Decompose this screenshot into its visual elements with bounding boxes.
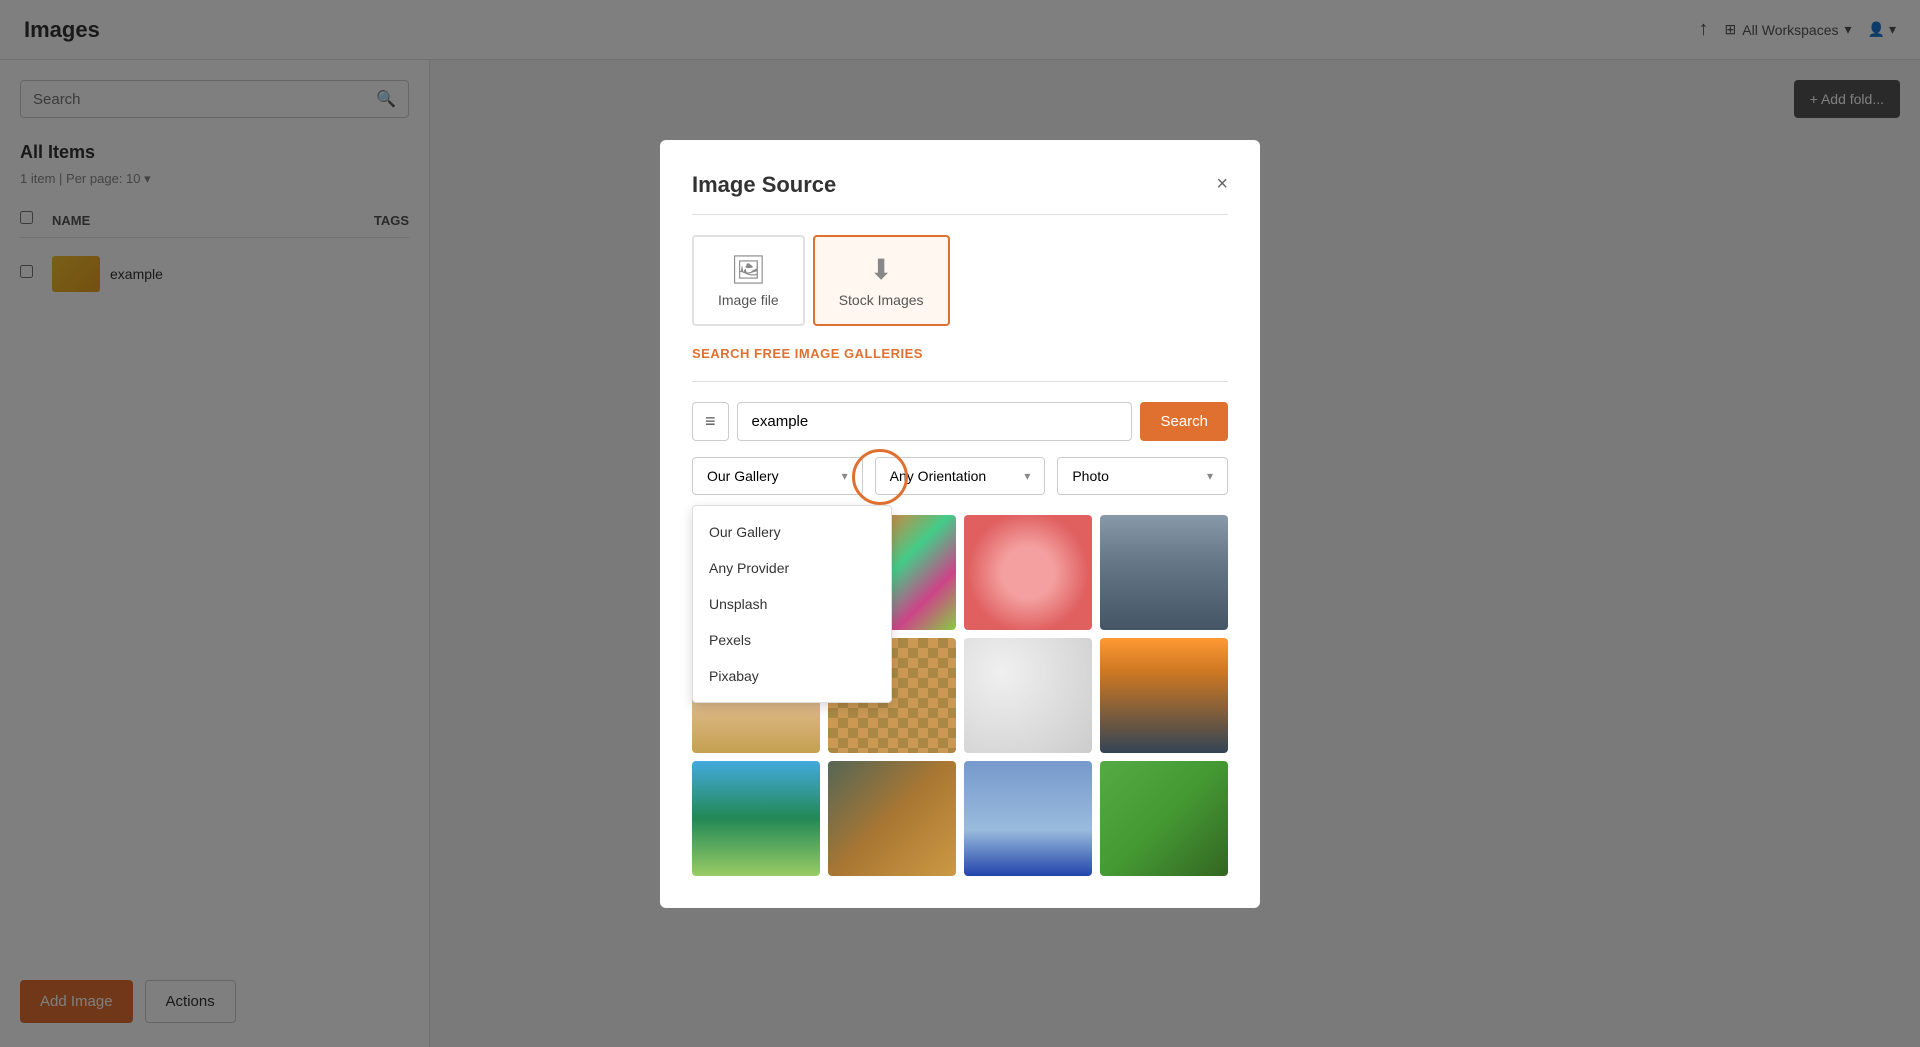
image-cell[interactable] bbox=[1100, 638, 1228, 753]
filter-row: Our Gallery ▾ Any Orientation ▾ Photo ▾ … bbox=[692, 457, 1228, 495]
type-label: Photo bbox=[1072, 468, 1109, 484]
close-button[interactable]: × bbox=[1216, 173, 1228, 196]
tab-image-file[interactable]: 🖼 Image file bbox=[692, 235, 805, 326]
type-chevron-icon: ▾ bbox=[1207, 469, 1213, 483]
provider-label: Our Gallery bbox=[707, 468, 779, 484]
filter-button[interactable]: ≡ bbox=[692, 402, 729, 441]
provider-option-our-gallery[interactable]: Our Gallery bbox=[693, 514, 891, 550]
image-cell[interactable] bbox=[828, 761, 956, 876]
modal-title: Image Source bbox=[692, 172, 836, 198]
image-cell[interactable] bbox=[1100, 761, 1228, 876]
source-tabs: 🖼 Image file ⬇ Stock Images bbox=[692, 235, 1228, 326]
image-cell[interactable] bbox=[964, 638, 1092, 753]
tab-stock-images[interactable]: ⬇ Stock Images bbox=[813, 235, 950, 326]
image-cell[interactable] bbox=[964, 515, 1092, 630]
orientation-label: Any Orientation bbox=[890, 468, 987, 484]
search-row: ≡ Search bbox=[692, 402, 1228, 441]
search-button[interactable]: Search bbox=[1140, 402, 1228, 441]
type-dropdown[interactable]: Photo ▾ bbox=[1057, 457, 1228, 495]
stock-images-icon: ⬇ bbox=[839, 253, 924, 286]
image-file-label: Image file bbox=[718, 292, 779, 308]
image-file-icon: 🖼 bbox=[718, 253, 779, 286]
provider-option-pexels[interactable]: Pexels bbox=[693, 622, 891, 658]
stock-images-label: Stock Images bbox=[839, 292, 924, 308]
provider-dropdown[interactable]: Our Gallery ▾ bbox=[692, 457, 863, 495]
image-cell[interactable] bbox=[1100, 515, 1228, 630]
provider-option-any[interactable]: Any Provider bbox=[693, 550, 891, 586]
image-cell[interactable] bbox=[964, 761, 1092, 876]
provider-option-pixabay[interactable]: Pixabay bbox=[693, 658, 891, 694]
orientation-chevron-icon: ▾ bbox=[1024, 469, 1030, 483]
image-source-modal: Image Source × 🖼 Image file ⬇ Stock Imag… bbox=[660, 140, 1260, 908]
search-input[interactable] bbox=[737, 402, 1133, 441]
provider-option-unsplash[interactable]: Unsplash bbox=[693, 586, 891, 622]
gallery-link[interactable]: SEARCH FREE IMAGE GALLERIES bbox=[692, 346, 1228, 361]
provider-dropdown-menu: Our Gallery Any Provider Unsplash Pexels… bbox=[692, 505, 892, 703]
provider-chevron-icon: ▾ bbox=[842, 469, 848, 483]
orientation-dropdown[interactable]: Any Orientation ▾ bbox=[875, 457, 1046, 495]
divider bbox=[692, 381, 1228, 382]
image-cell[interactable] bbox=[692, 761, 820, 876]
